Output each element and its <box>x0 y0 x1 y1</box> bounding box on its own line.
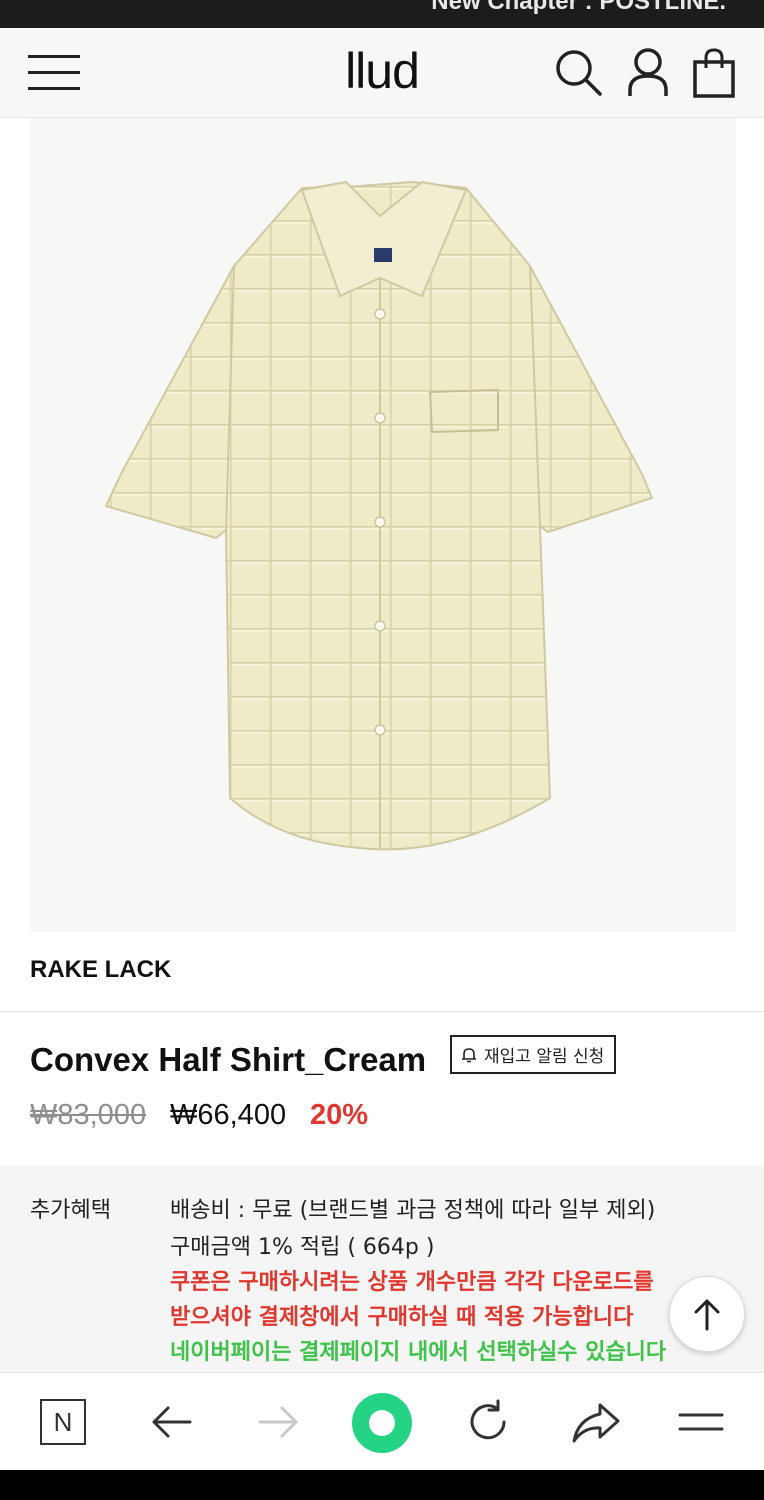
sale-price: ₩66,400 <box>170 1099 287 1131</box>
naver-n-icon[interactable]: N <box>40 1399 86 1445</box>
arrow-up-icon <box>694 1299 720 1331</box>
top-banner-text: New Chapter : POSTLINE. <box>431 0 726 15</box>
original-price: ₩83,000 <box>30 1099 147 1131</box>
top-banner: New Chapter : POSTLINE. <box>0 0 764 28</box>
product-title: Convex Half Shirt_Cream <box>30 1041 427 1078</box>
shipping-info: 배송비 : 무료 (브랜드별 과금 정책에 따라 일부 제외) <box>170 1198 656 1223</box>
naverpay-notice: 네이버페이는 결제페이지 내에서 선택하실수 있습니다 <box>170 1340 667 1365</box>
benefits-section: 추가혜택 배송비 : 무료 (브랜드별 과금 정책에 따라 일부 제외) 구매금… <box>0 1165 764 1375</box>
back-arrow-icon[interactable] <box>148 1397 194 1447</box>
coupon-notice-1: 쿠폰은 구매하시려는 상품 개수만큼 각각 다운로드를 <box>170 1270 654 1295</box>
share-icon[interactable] <box>570 1397 622 1447</box>
product-image[interactable] <box>30 118 736 932</box>
green-circle-icon[interactable] <box>352 1393 412 1453</box>
scroll-to-top-button[interactable] <box>669 1276 745 1352</box>
brand-name[interactable]: RAKE LACK <box>30 956 171 984</box>
site-header: llud <box>0 28 764 118</box>
bell-icon <box>462 1047 476 1062</box>
discount-rate: 20% <box>310 1099 369 1131</box>
refresh-icon[interactable] <box>464 1397 514 1447</box>
user-icon[interactable] <box>626 46 670 100</box>
benefits-label: 추가혜택 <box>30 1198 111 1223</box>
divider <box>0 1011 764 1012</box>
restock-alert-label: 재입고 알림 신청 <box>484 1047 605 1067</box>
hamburger-icon[interactable] <box>678 1397 724 1447</box>
naver-n-label: N <box>53 1406 73 1437</box>
shopping-bag-icon[interactable] <box>692 46 736 100</box>
system-nav-bar <box>0 1470 764 1500</box>
search-icon[interactable] <box>552 46 604 98</box>
restock-alert-button[interactable]: 재입고 알림 신청 <box>450 1035 617 1074</box>
browser-toolbar: N <box>0 1372 764 1470</box>
coupon-notice-2: 받으셔야 결제창에서 구매하실 때 적용 가능합니다 <box>170 1305 634 1330</box>
forward-arrow-icon[interactable] <box>256 1397 302 1447</box>
points-info: 구매금액 1% 적립 ( 664p ) <box>170 1235 435 1260</box>
